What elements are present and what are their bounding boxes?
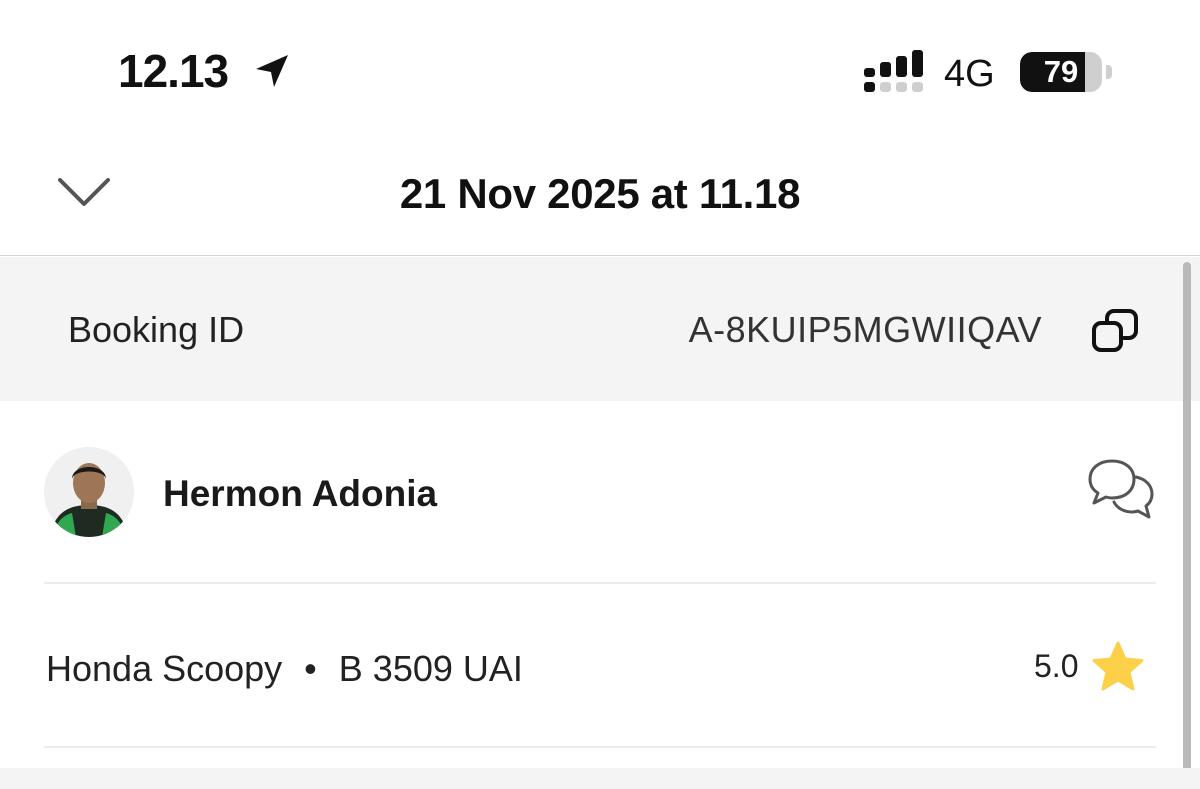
location-arrow-icon — [256, 55, 288, 87]
next-section — [0, 768, 1200, 789]
screen: 12.13 4G 79 21 Nov 2025 at 11.18 Booking… — [0, 0, 1200, 789]
driver-row: Hermon Adonia — [0, 401, 1200, 583]
vehicle-info: Honda Scoopy • B 3509 UAI — [46, 648, 523, 690]
separator-dot: • — [304, 648, 317, 689]
booking-id-value: A-8KUIP5MGWIIQAV — [688, 309, 1042, 350]
battery-body: 79 — [1020, 52, 1102, 92]
driver-photo — [44, 447, 134, 537]
battery-cap — [1106, 65, 1112, 79]
status-bar: 12.13 4G 79 — [0, 0, 1200, 120]
battery-indicator: 79 — [1020, 52, 1112, 92]
star-icon — [1092, 641, 1144, 691]
status-time: 12.13 — [118, 45, 229, 97]
page-title: 21 Nov 2025 at 11.18 — [399, 170, 801, 217]
vehicle-model: Honda Scoopy — [46, 648, 283, 689]
network-type: 4G — [944, 53, 995, 95]
avatar — [44, 447, 134, 537]
vehicle-plate: B 3509 UAI — [338, 648, 523, 689]
divider — [44, 746, 1156, 748]
chat-bubbles-icon[interactable] — [1086, 457, 1156, 523]
battery-level: 79 — [1043, 54, 1079, 89]
copy-icon[interactable] — [1090, 307, 1140, 357]
header: 21 Nov 2025 at 11.18 — [0, 130, 1200, 256]
booking-id-label: Booking ID — [68, 309, 245, 350]
cellular-signal-icon — [864, 50, 923, 92]
booking-id-row: Booking ID A-8KUIP5MGWIIQAV — [0, 257, 1200, 401]
driver-rating: 5.0 — [1034, 648, 1079, 684]
vehicle-row: Honda Scoopy • B 3509 UAI 5.0 — [0, 584, 1200, 746]
driver-name: Hermon Adonia — [163, 473, 438, 514]
